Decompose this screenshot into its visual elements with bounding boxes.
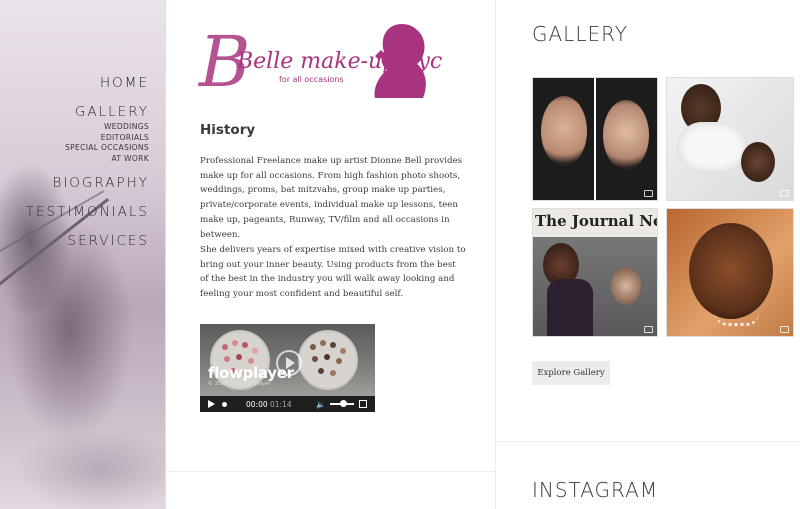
right-column: GALLERY The Journal News Explore Gallery… — [496, 0, 800, 509]
artist-figure — [547, 279, 593, 336]
woman-silhouette-icon — [374, 24, 426, 98]
logo-tagline: for all occasions — [279, 75, 344, 84]
flowplayer-logo: flowplayer — [208, 364, 294, 382]
newspaper-masthead: The Journal News — [535, 212, 657, 230]
gallery-thumbnail[interactable] — [666, 77, 794, 201]
video-screen[interactable]: flowplayer © 2008-2012 Flowplayer — [200, 324, 375, 396]
camera-icon — [780, 326, 789, 333]
portrait-image — [603, 100, 649, 170]
nav-item-testimonials[interactable]: TESTIMONIALS — [26, 203, 149, 222]
nav-subitem-editorials[interactable]: EDITORIALS — [26, 133, 149, 144]
history-paragraph-2: She delivers years of expertise mixed wi… — [200, 245, 466, 300]
nav-item-services[interactable]: SERVICES — [26, 232, 149, 251]
nav-item-home[interactable]: HOME — [26, 74, 149, 93]
current-time: 00:00 — [246, 400, 268, 409]
makeup-palette-image — [298, 330, 358, 390]
gallery-thumbnail[interactable] — [532, 77, 658, 201]
gallery-heading: GALLERY — [532, 22, 628, 46]
portrait-image — [741, 142, 775, 182]
total-time: 01:14 — [270, 400, 292, 409]
timeline-scrubber[interactable] — [222, 402, 227, 407]
portrait-image — [541, 96, 587, 166]
volume-handle[interactable] — [340, 400, 347, 407]
content-column: B Belle make-up nyc for all occasions Hi… — [165, 0, 496, 509]
section-title-history: History — [200, 122, 256, 138]
nav-subitem-weddings[interactable]: WEDDINGS — [26, 122, 149, 133]
gallery-thumbnail[interactable] — [666, 208, 794, 337]
camera-icon — [644, 326, 653, 333]
nav-item-gallery[interactable]: GALLERY — [26, 103, 149, 122]
section-divider — [496, 441, 800, 442]
sidebar: HOME GALLERY WEDDINGS EDITORIALS SPECIAL… — [0, 0, 166, 509]
dress-image — [677, 122, 747, 172]
section-divider — [165, 471, 495, 472]
player-controls: 00:00 01:14 🔈 — [200, 396, 375, 412]
volume-icon[interactable]: 🔈 — [316, 400, 325, 409]
fullscreen-icon[interactable] — [359, 400, 367, 408]
instagram-heading: INSTAGRAM — [532, 478, 659, 502]
portrait-image — [611, 267, 641, 305]
camera-icon — [780, 190, 789, 197]
main-nav: HOME GALLERY WEDDINGS EDITORIALS SPECIAL… — [26, 74, 149, 251]
video-player[interactable]: flowplayer © 2008-2012 Flowplayer 00:00 … — [200, 324, 375, 412]
explore-gallery-button[interactable]: Explore Gallery — [532, 361, 610, 385]
camera-icon — [644, 190, 653, 197]
brand-logo[interactable]: B Belle make-up nyc for all occasions — [197, 18, 442, 100]
pearl-necklace-image — [715, 313, 759, 326]
portrait-image — [689, 223, 773, 319]
flowplayer-copyright: © 2008-2012 Flowplayer — [208, 381, 271, 387]
nav-subitem-special-occasions[interactable]: SPECIAL OCCASIONS — [26, 143, 149, 154]
play-icon[interactable] — [208, 400, 215, 408]
history-paragraph-1: Professional Freelance make up artist Di… — [200, 156, 463, 240]
nav-item-biography[interactable]: BIOGRAPHY — [26, 174, 149, 193]
nav-subitem-at-work[interactable]: AT WORK — [26, 154, 149, 165]
thumbnail-split — [594, 78, 596, 200]
gallery-thumbnail[interactable]: The Journal News — [532, 208, 658, 337]
